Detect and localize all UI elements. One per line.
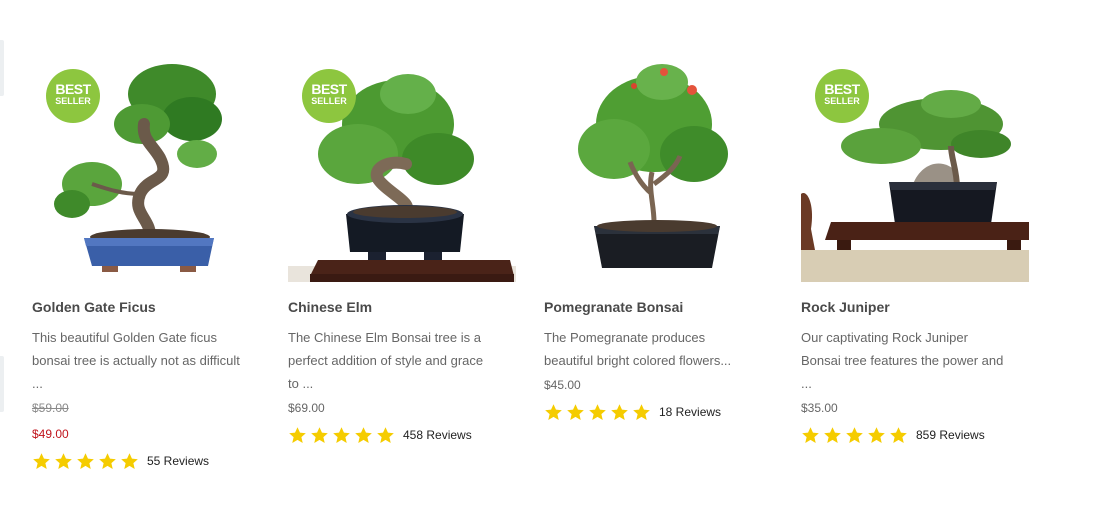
star-icon — [890, 426, 907, 443]
star-icon — [289, 426, 306, 443]
product-rating[interactable]: 55 Reviews — [32, 451, 262, 471]
price: $35.00 — [801, 401, 838, 415]
badge-line2: SELLER — [55, 96, 91, 106]
best-seller-badge: BEST SELLER — [302, 69, 356, 123]
badge-line2: SELLER — [824, 96, 860, 106]
star-icon — [567, 403, 584, 420]
product-image[interactable] — [544, 54, 772, 282]
star-icon — [377, 426, 394, 443]
original-price: $59.00 — [32, 401, 69, 415]
product-grid: BEST SELLER Golden Gate Ficus This beaut… — [32, 54, 1042, 494]
star-icon — [311, 426, 328, 443]
product-rating[interactable]: 859 Reviews — [801, 425, 1031, 445]
star-icon — [824, 426, 841, 443]
product-name[interactable]: Rock Juniper — [801, 298, 1031, 316]
star-icon — [633, 403, 650, 420]
review-count[interactable]: 458 Reviews — [403, 426, 472, 445]
star-icon — [333, 426, 350, 443]
product-card-golden-gate-ficus[interactable]: BEST SELLER Golden Gate Ficus This beaut… — [32, 54, 262, 471]
star-icon — [611, 403, 628, 420]
star-icon — [545, 403, 562, 420]
product-description: This beautiful Golden Gate ficus bonsai … — [32, 330, 240, 391]
product-image[interactable]: BEST SELLER — [801, 54, 1029, 282]
bonsai-pomegranate-image — [578, 64, 728, 268]
star-icon — [846, 426, 863, 443]
product-card-pomegranate-bonsai[interactable]: Pomegranate Bonsai The Pomegranate produ… — [544, 54, 774, 422]
product-name[interactable]: Golden Gate Ficus — [32, 298, 262, 316]
star-rating — [544, 403, 654, 422]
star-icon — [355, 426, 372, 443]
star-icon — [77, 452, 94, 469]
product-description: The Pomegranate produces beautiful brigh… — [544, 330, 732, 368]
product-card-rock-juniper[interactable]: BEST SELLER Rock Juniper Our captivating… — [801, 54, 1031, 445]
badge-line1: BEST — [311, 81, 347, 97]
star-rating — [288, 426, 398, 445]
review-count[interactable]: 859 Reviews — [916, 426, 985, 445]
product-rating[interactable]: 458 Reviews — [288, 425, 518, 445]
star-rating — [801, 426, 911, 445]
star-rating — [32, 452, 142, 471]
star-icon — [868, 426, 885, 443]
review-count[interactable]: 18 Reviews — [659, 403, 721, 422]
badge-line2: SELLER — [311, 96, 347, 106]
product-image[interactable]: BEST SELLER — [32, 54, 260, 282]
star-icon — [121, 452, 138, 469]
badge-line1: BEST — [55, 81, 91, 97]
product-image[interactable]: BEST SELLER — [288, 54, 516, 282]
star-icon — [55, 452, 72, 469]
best-seller-badge: BEST SELLER — [46, 69, 100, 123]
star-icon — [589, 403, 606, 420]
product-description: Our captivating Rock Juniper Bonsai tree… — [801, 330, 1004, 391]
price: $45.00 — [544, 378, 581, 392]
price: $69.00 — [288, 401, 325, 415]
side-scroll-handle-top[interactable] — [0, 40, 4, 96]
product-name[interactable]: Pomegranate Bonsai — [544, 298, 774, 316]
product-card-chinese-elm[interactable]: BEST SELLER Chinese Elm The Chinese Elm … — [288, 54, 518, 445]
product-name[interactable]: Chinese Elm — [288, 298, 518, 316]
product-rating[interactable]: 18 Reviews — [544, 402, 774, 422]
badge-line1: BEST — [824, 81, 860, 97]
star-icon — [99, 452, 116, 469]
product-description: The Chinese Elm Bonsai tree is a perfect… — [288, 330, 484, 391]
star-icon — [33, 452, 50, 469]
star-icon — [802, 426, 819, 443]
side-scroll-handle-bottom[interactable] — [0, 356, 4, 412]
review-count[interactable]: 55 Reviews — [147, 452, 209, 471]
best-seller-badge: BEST SELLER — [815, 69, 869, 123]
sale-price: $49.00 — [32, 427, 69, 441]
